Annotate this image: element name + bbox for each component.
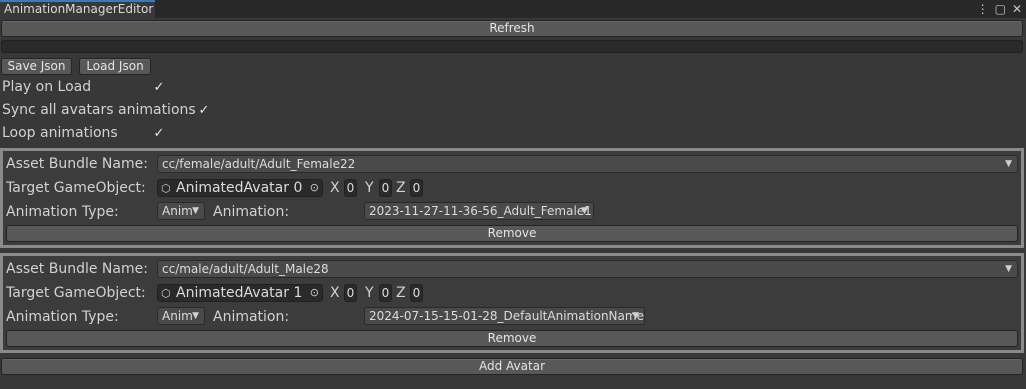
x-field[interactable]: 0 xyxy=(344,179,357,197)
cube-icon: ⬡ xyxy=(161,287,171,300)
asset-bundle-value: cc/male/adult/Adult_Male28 xyxy=(162,262,329,276)
asset-bundle-value: cc/female/adult/Adult_Female22 xyxy=(162,157,356,171)
remove-button[interactable]: Remove xyxy=(6,330,1018,347)
refresh-button[interactable]: Refresh xyxy=(1,20,1023,37)
window-titlebar: AnimationManagerEditor ⋮ ▢ ✕ xyxy=(0,0,1026,18)
remove-button[interactable]: Remove xyxy=(6,225,1018,242)
more-vertical-icon[interactable]: ⋮ xyxy=(977,2,989,16)
tab-animation-manager-editor[interactable]: AnimationManagerEditor xyxy=(0,0,155,18)
y-field[interactable]: 0 xyxy=(379,179,392,197)
maximize-icon[interactable]: ▢ xyxy=(995,2,1006,16)
animation-dropdown[interactable]: 2023-11-27-11-36-56_Adult_Female1 ▼ xyxy=(364,202,594,220)
target-gameobject-field[interactable]: ⬡ AnimatedAvatar 0 ⊙ xyxy=(157,179,323,197)
y-label: Y xyxy=(365,285,374,301)
asset-bundle-name-label: Asset Bundle Name: xyxy=(6,156,148,172)
sync-all-avatars-label: Sync all avatars animations xyxy=(2,102,196,118)
x-label: X xyxy=(330,180,340,196)
chevron-down-icon: ▼ xyxy=(192,206,199,216)
asset-bundle-name-label: Asset Bundle Name: xyxy=(6,261,148,277)
chevron-down-icon: ▼ xyxy=(1005,159,1012,169)
z-label: Z xyxy=(396,285,406,301)
chevron-down-icon: ▼ xyxy=(632,311,639,321)
asset-bundle-dropdown[interactable]: cc/female/adult/Adult_Female22 ▼ xyxy=(157,155,1018,173)
save-json-button[interactable]: Save Json xyxy=(1,58,72,75)
object-picker-icon[interactable]: ⊙ xyxy=(310,285,319,301)
animation-type-value: Anim xyxy=(162,309,193,323)
progress-bar xyxy=(1,40,1023,53)
load-json-button[interactable]: Load Json xyxy=(79,58,151,75)
asset-bundle-dropdown[interactable]: cc/male/adult/Adult_Male28 ▼ xyxy=(157,260,1018,278)
target-gameobject-label: Target GameObject: xyxy=(6,285,146,301)
z-field[interactable]: 0 xyxy=(410,179,423,197)
animation-type-dropdown[interactable]: Anim ▼ xyxy=(157,202,205,220)
close-icon[interactable]: ✕ xyxy=(1012,2,1022,16)
animation-label: Animation: xyxy=(213,204,290,220)
target-gameobject-field[interactable]: ⬡ AnimatedAvatar 1 ⊙ xyxy=(157,284,323,302)
y-field[interactable]: 0 xyxy=(379,284,392,302)
loop-animations-checkbox[interactable]: ✓ xyxy=(151,126,167,142)
target-gameobject-label: Target GameObject: xyxy=(6,180,146,196)
animation-type-label: Animation Type: xyxy=(6,204,119,220)
z-field[interactable]: 0 xyxy=(410,284,423,302)
sync-all-avatars-checkbox[interactable]: ✓ xyxy=(196,103,212,119)
animation-type-dropdown[interactable]: Anim ▼ xyxy=(157,307,205,325)
window-controls: ⋮ ▢ ✕ xyxy=(977,0,1022,18)
z-label: Z xyxy=(396,180,406,196)
target-gameobject-value: AnimatedAvatar 0 xyxy=(176,180,303,196)
animation-type-value: Anim xyxy=(162,204,193,218)
animation-label: Animation: xyxy=(213,309,290,325)
add-avatar-button[interactable]: Add Avatar xyxy=(1,358,1023,375)
animation-value: 2024-07-15-15-01-28_DefaultAnimationName xyxy=(369,309,644,323)
animation-value: 2023-11-27-11-36-56_Adult_Female1 xyxy=(369,204,592,218)
animation-type-label: Animation Type: xyxy=(6,309,119,325)
chevron-down-icon: ▼ xyxy=(1005,264,1012,274)
play-on-load-checkbox[interactable]: ✓ xyxy=(151,80,167,96)
x-label: X xyxy=(330,285,340,301)
loop-animations-label: Loop animations xyxy=(2,125,118,141)
x-field[interactable]: 0 xyxy=(344,284,357,302)
target-gameobject-value: AnimatedAvatar 1 xyxy=(176,285,303,301)
animation-dropdown[interactable]: 2024-07-15-15-01-28_DefaultAnimationName… xyxy=(364,307,645,325)
y-label: Y xyxy=(365,180,374,196)
chevron-down-icon: ▼ xyxy=(581,206,588,216)
chevron-down-icon: ▼ xyxy=(192,311,199,321)
object-picker-icon[interactable]: ⊙ xyxy=(310,180,319,196)
cube-icon: ⬡ xyxy=(161,182,171,195)
play-on-load-label: Play on Load xyxy=(2,79,92,95)
